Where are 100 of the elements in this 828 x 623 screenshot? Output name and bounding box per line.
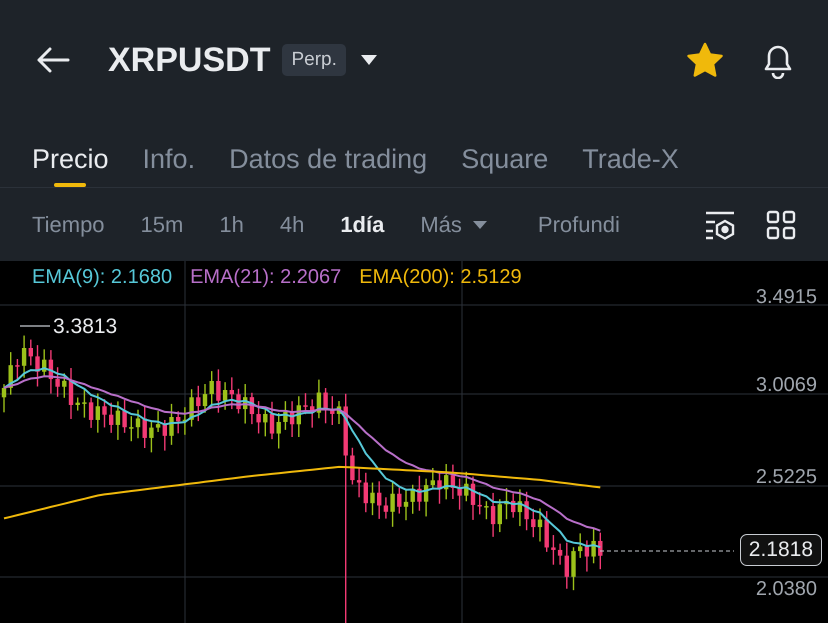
- candlestick: [283, 401, 288, 430]
- candlestick: [142, 406, 147, 448]
- candlestick: [484, 501, 489, 520]
- contract-badge: Perp.: [282, 44, 346, 76]
- interval-tab[interactable]: 4h: [280, 212, 304, 238]
- candlestick: [444, 464, 448, 500]
- candlestick: [464, 472, 468, 502]
- candlestick: [88, 398, 94, 428]
- candlestick: [397, 488, 402, 514]
- candlestick: [598, 532, 602, 570]
- caret-icon[interactable]: [360, 54, 378, 66]
- high-price-label: 3.3813: [53, 315, 118, 338]
- interval-tab[interactable]: 1h: [219, 212, 244, 238]
- tab[interactable]: Info.: [142, 120, 196, 187]
- candlestick: [35, 345, 40, 386]
- candlestick: [2, 384, 6, 412]
- candlestick: [310, 399, 314, 428]
- candlestick: [470, 476, 476, 520]
- candlestick: [196, 386, 200, 422]
- candlestick: [68, 368, 74, 419]
- candlestick: [336, 401, 342, 424]
- indicator-value: EMA(21): 2.2067: [190, 266, 342, 289]
- interval-tab[interactable]: 15m: [140, 212, 184, 238]
- candlestick: [222, 382, 228, 410]
- last-price-tag: 2.1818: [740, 534, 822, 566]
- candlestick: [364, 472, 368, 512]
- candlestick: [149, 421, 154, 452]
- candlestick: [591, 528, 596, 564]
- candlestick: [169, 404, 174, 445]
- grid-icon[interactable]: [766, 210, 796, 240]
- price-axis-label: 3.4915: [756, 286, 817, 308]
- candlestick: [558, 544, 562, 565]
- candlestick: [42, 349, 46, 376]
- symbol-title: XRPUSDT: [108, 40, 270, 80]
- candlestick: [230, 377, 234, 410]
- candlestick: [156, 411, 160, 432]
- star-icon[interactable]: [686, 42, 724, 78]
- price-axis-label: 2.5225: [756, 466, 817, 488]
- more-dropdown[interactable]: Más: [420, 212, 488, 238]
- candlestick: [116, 401, 120, 440]
- candlestick: [136, 410, 140, 438]
- candlestick: [511, 494, 516, 518]
- price-axis-label: 3.0069: [756, 374, 817, 396]
- candlestick: [490, 492, 496, 537]
- candlestick: [544, 511, 549, 552]
- candlestick: [330, 396, 334, 425]
- candlestick: [384, 497, 388, 519]
- candlestick: [202, 384, 208, 413]
- leader-line: [20, 325, 50, 327]
- candlestick: [410, 484, 415, 514]
- candlestick: [531, 508, 536, 538]
- candlestick: [417, 476, 422, 511]
- interval-tab[interactable]: 1día: [340, 212, 384, 238]
- candlestick: [323, 388, 328, 424]
- candlestick: [584, 540, 590, 572]
- candlestick: [350, 448, 355, 484]
- candlestick: [15, 359, 20, 380]
- candlestick: [551, 535, 556, 565]
- tab[interactable]: Precio: [32, 120, 109, 187]
- candlestick: [390, 481, 395, 527]
- candlestick: [129, 416, 134, 442]
- candlestick: [189, 389, 194, 427]
- candlestick: [76, 398, 80, 411]
- candlestick: [109, 402, 114, 433]
- candlestick: [270, 402, 274, 440]
- candlestick: [377, 481, 382, 519]
- candlestick: [450, 464, 456, 499]
- tab[interactable]: Square: [461, 120, 548, 187]
- candlestick: [437, 472, 442, 504]
- tab[interactable]: Datos de trading: [229, 120, 428, 187]
- candlestick: [122, 400, 127, 433]
- interval-tab[interactable]: Profundi: [538, 212, 620, 238]
- candlestick: [243, 384, 248, 424]
- caret-icon: [472, 220, 488, 230]
- candlestick: [176, 411, 180, 434]
- indicator-settings-icon[interactable]: [704, 210, 736, 240]
- candlestick: [303, 393, 308, 414]
- candlestick: [290, 401, 294, 437]
- candlestick: [564, 542, 569, 589]
- indicator-value: EMA(9): 2.1680: [32, 266, 172, 289]
- interval-tab[interactable]: Tiempo: [32, 212, 105, 238]
- candlestick: [62, 373, 66, 398]
- tab[interactable]: Trade-X: [582, 120, 679, 187]
- candlestick: [256, 401, 261, 434]
- back-arrow-icon[interactable]: [36, 47, 70, 73]
- candlestick: [162, 420, 167, 451]
- candlestick: [498, 499, 502, 532]
- candlestick: [370, 482, 375, 516]
- candlestick: [236, 388, 241, 414]
- candlestick: [182, 407, 188, 435]
- candlestick: [22, 336, 26, 378]
- candlestick: [424, 478, 428, 516]
- candlestick: [82, 389, 87, 418]
- candlestick: [102, 399, 107, 428]
- candlestick: [571, 547, 576, 590]
- candlestick: [28, 340, 33, 366]
- indicator-value: EMA(200): 2.5129: [359, 266, 522, 289]
- candlestick: [210, 371, 214, 408]
- price-axis-label: 2.0380: [756, 578, 817, 600]
- candlestick: [55, 367, 60, 397]
